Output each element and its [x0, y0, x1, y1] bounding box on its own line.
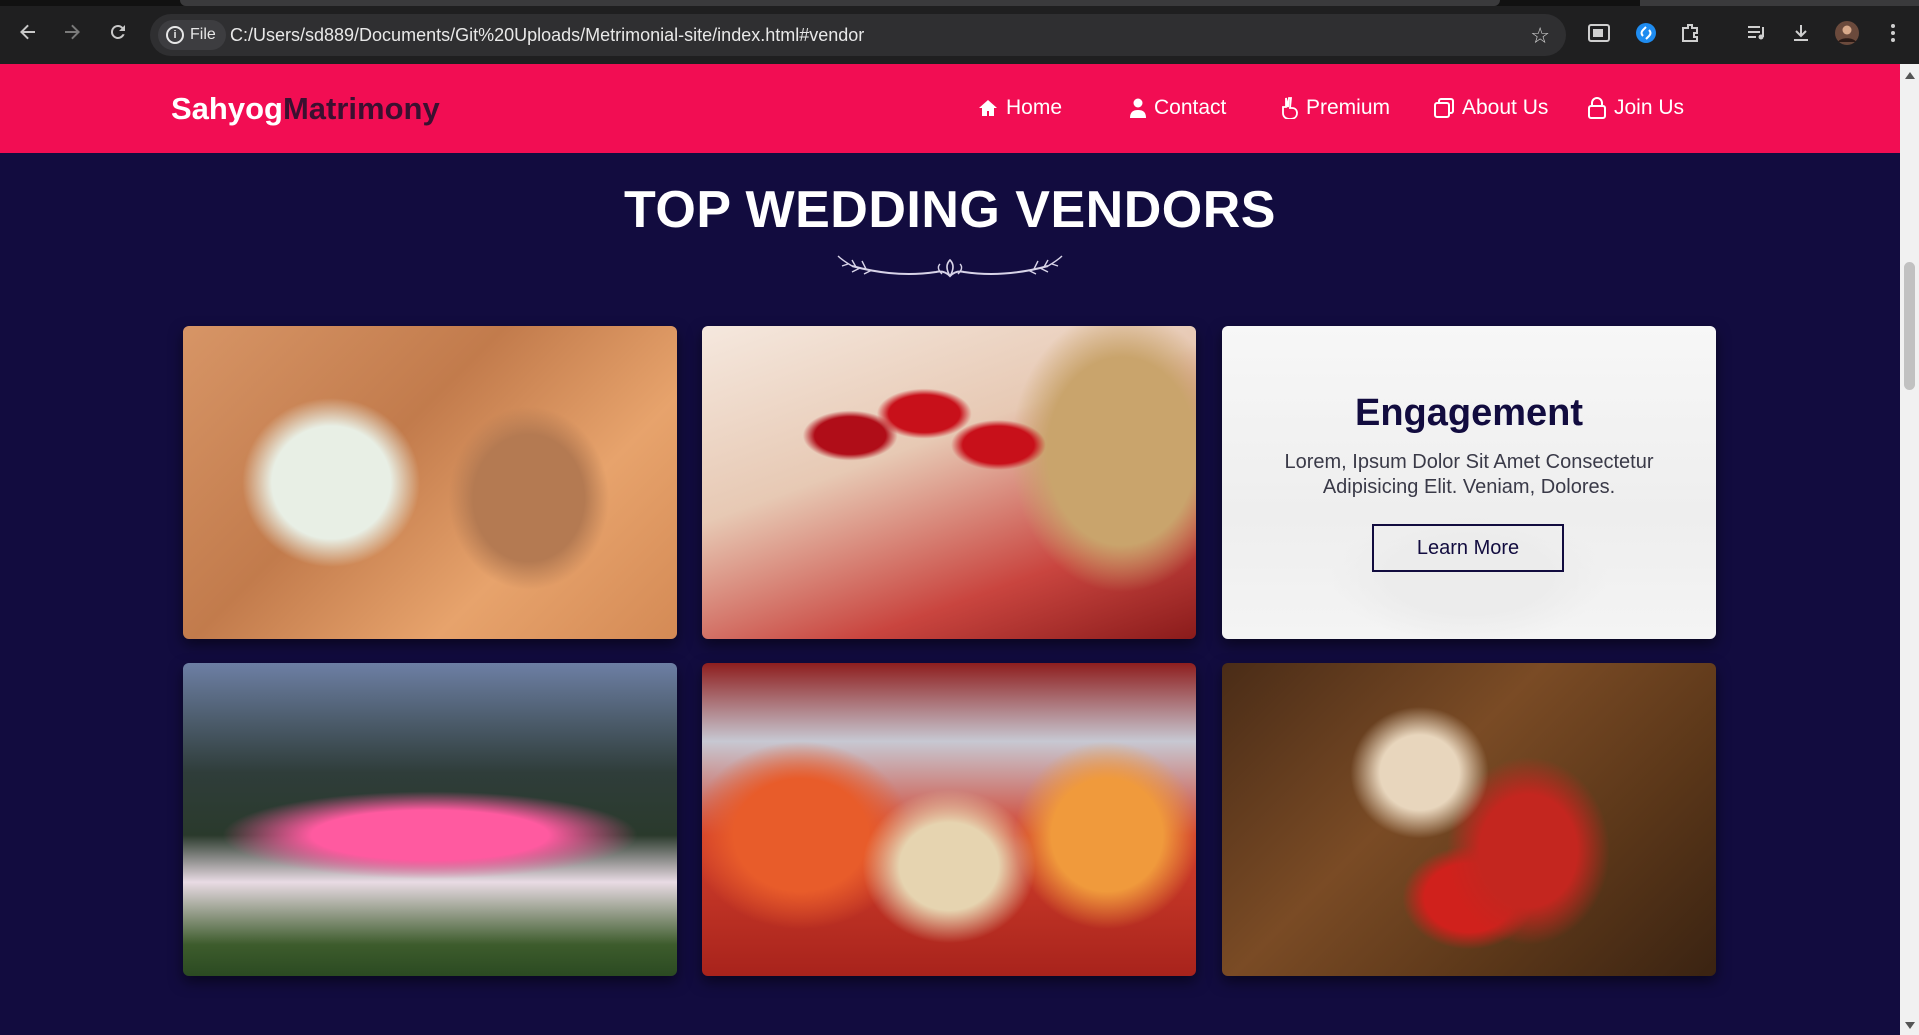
browser-toolbar: i File C:/Users/sd889/Documents/Git%20Up… — [0, 0, 1919, 64]
engagement-description: Lorem, Ipsum Dolor Sit Amet Consectetur … — [1284, 451, 1654, 498]
shazam-extension-icon[interactable] — [1633, 20, 1659, 46]
vendor-card-venue-photo[interactable] — [183, 663, 677, 976]
user-icon — [1130, 98, 1146, 118]
nav-join-label: Join Us — [1614, 96, 1685, 119]
scroll-thumb[interactable] — [1904, 262, 1915, 390]
learn-more-button[interactable]: Learn More — [1372, 524, 1564, 572]
nav-about-label: About Us — [1462, 96, 1549, 119]
vendor-card-engagement[interactable]: Engagement Lorem, Ipsum Dolor Sit Amet C… — [1222, 326, 1716, 639]
floral-divider-icon — [837, 255, 1063, 278]
tab-search-icon[interactable] — [1586, 20, 1612, 46]
home-icon — [979, 100, 997, 116]
nav-join[interactable]: Join Us — [1588, 96, 1684, 120]
tab-strip — [0, 0, 1919, 6]
vendor-card-couple-photo[interactable] — [183, 326, 677, 639]
nav-home-label: Home — [1006, 96, 1063, 119]
profile-avatar-icon[interactable] — [1834, 20, 1860, 46]
engagement-card-body: Engagement Lorem, Ipsum Dolor Sit Amet C… — [1222, 326, 1716, 639]
logo-part-1: Sahyog — [171, 91, 283, 126]
nav-contact[interactable]: Contact — [1130, 96, 1226, 120]
vendor-card-bride-groom-photo[interactable] — [1222, 663, 1716, 976]
site-header: SahyogMatrimony Home Contact Premium Abo… — [0, 64, 1900, 153]
reload-icon[interactable] — [104, 18, 132, 46]
extensions-puzzle-icon[interactable] — [1678, 20, 1704, 46]
section-title: TOP WEDDING VENDORS — [624, 181, 1276, 239]
menu-dots-icon[interactable] — [1880, 20, 1906, 46]
info-icon: i — [166, 26, 184, 44]
back-icon[interactable] — [14, 18, 42, 46]
vendor-card-garland-photo[interactable] — [702, 326, 1196, 639]
nav-premium[interactable]: Premium — [1282, 96, 1390, 120]
bookmark-star-icon[interactable]: ☆ — [1530, 23, 1550, 49]
address-bar[interactable]: i File C:/Users/sd889/Documents/Git%20Up… — [150, 14, 1566, 56]
nav-premium-label: Premium — [1306, 96, 1391, 119]
nav-home[interactable]: Home — [978, 96, 1062, 120]
media-queue-icon[interactable] — [1744, 20, 1770, 46]
nav-about[interactable]: About Us — [1434, 96, 1548, 120]
nav-contact-label: Contact — [1154, 96, 1227, 119]
lock-icon — [1588, 97, 1606, 119]
active-tab[interactable] — [180, 0, 1500, 6]
page-scrollbar[interactable] — [1900, 64, 1919, 1035]
scroll-up-icon[interactable] — [1905, 72, 1915, 79]
file-chip-label: File — [190, 26, 216, 43]
engagement-title: Engagement — [1354, 392, 1584, 434]
inactive-tab[interactable] — [1640, 0, 1919, 6]
download-icon[interactable] — [1788, 20, 1814, 46]
site-info-chip[interactable]: i File — [158, 20, 226, 50]
logo-part-2: Matrimony — [282, 91, 440, 126]
vendor-card-celebration-photo[interactable] — [702, 663, 1196, 976]
site-logo[interactable]: SahyogMatrimony — [171, 91, 440, 127]
copy-icon — [1434, 98, 1454, 118]
peace-hand-icon — [1282, 97, 1298, 119]
scroll-down-icon[interactable] — [1905, 1022, 1915, 1029]
url-text[interactable]: C:/Users/sd889/Documents/Git%20Uploads/M… — [230, 25, 864, 46]
forward-icon[interactable] — [58, 18, 86, 46]
